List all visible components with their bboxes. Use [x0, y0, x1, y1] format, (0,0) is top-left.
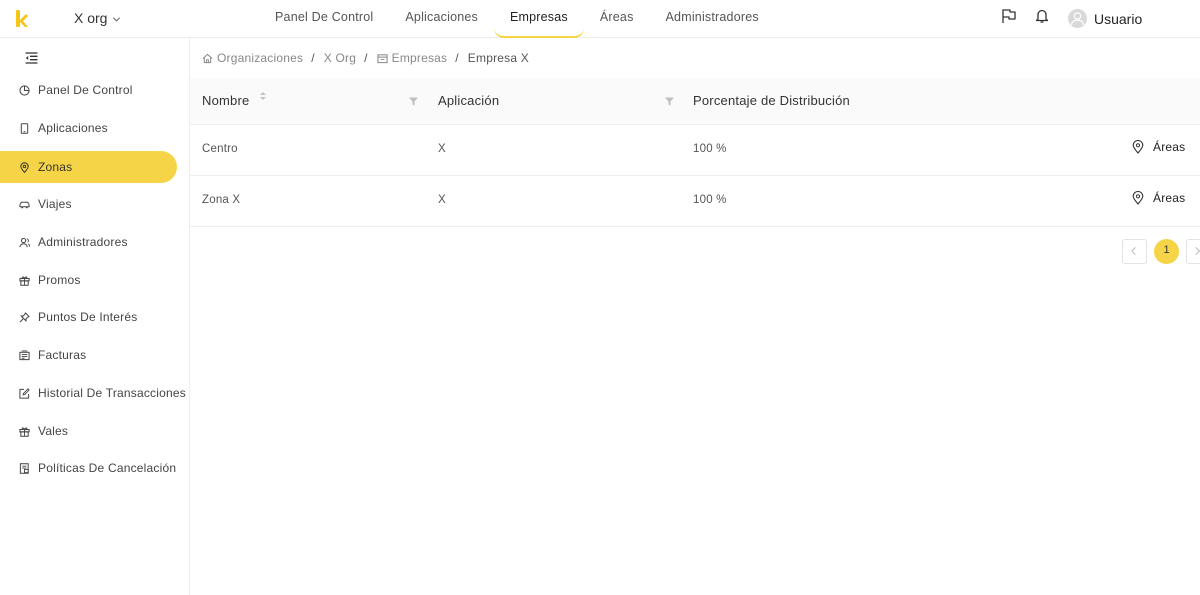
chevron-right-icon [1195, 247, 1200, 256]
areas-button-label: Áreas [1153, 140, 1186, 154]
nav-panel-de-control[interactable]: Panel De Control [259, 0, 389, 38]
column-header-aplicacion: Aplicación [438, 93, 500, 108]
breadcrumb-separator: / [455, 51, 459, 65]
building-icon [377, 53, 388, 63]
sidebar-item-aplicaciones[interactable]: Aplicaciones [0, 112, 177, 144]
sidebar-item-facturas[interactable]: Facturas [0, 339, 177, 371]
pagination-next-button[interactable] [1186, 239, 1200, 264]
sidebar-item-label: Vales [38, 424, 69, 438]
org-name: X org [74, 10, 108, 26]
sidebar-item-vales[interactable]: Vales [0, 415, 177, 447]
filter-icon[interactable] [665, 97, 674, 106]
areas-button[interactable]: Áreas [1132, 140, 1185, 154]
breadcrumb-empresas[interactable]: Empresas [392, 51, 448, 65]
sidebar-item-puntos-de-interes[interactable]: Puntos De Interés [0, 301, 177, 333]
table-row: Zona X X 100 % Áreas [190, 176, 1200, 227]
brand-logo[interactable] [15, 9, 29, 29]
chevron-down-icon [113, 16, 121, 22]
sidebar-item-zonas[interactable]: Zonas [0, 151, 177, 183]
breadcrumb-organizaciones[interactable]: Organizaciones [217, 51, 303, 65]
sidebar-item-historial-de-transacciones[interactable]: Historial De Transacciones [0, 377, 186, 409]
cell-aplicacion: X [438, 194, 446, 206]
breadcrumb-separator: / [364, 51, 368, 65]
cell-nombre: Centro [202, 143, 238, 155]
flag-icon[interactable] [1001, 8, 1017, 24]
sidebar-item-administradores[interactable]: Administradores [0, 226, 177, 258]
breadcrumb: Organizaciones / X Org / Empresas / Empr… [202, 50, 529, 66]
sidebar-item-label: Viajes [38, 197, 72, 211]
cell-aplicacion: X [438, 143, 446, 155]
column-header-porcentaje: Porcentaje de Distribución [693, 93, 850, 108]
car-icon [19, 201, 30, 208]
sidebar-item-label: Aplicaciones [38, 121, 108, 135]
sidebar-item-label: Administradores [38, 235, 128, 249]
cell-porcentaje: 100 % [693, 143, 727, 155]
location-pin-icon [20, 161, 29, 173]
sidebar-item-viajes[interactable]: Viajes [0, 188, 177, 220]
cell-porcentaje: 100 % [693, 194, 727, 206]
avatar[interactable] [1068, 9, 1087, 28]
nav-aplicaciones[interactable]: Aplicaciones [389, 0, 494, 38]
sidebar-item-label: Zonas [38, 160, 73, 174]
filter-icon[interactable] [409, 97, 418, 106]
home-icon [202, 53, 213, 63]
zones-table: Nombre Aplicación Porcentaje de Distribu… [190, 78, 1200, 227]
invoice-icon [19, 349, 30, 360]
areas-button[interactable]: Áreas [1132, 191, 1185, 205]
user-icon [1070, 12, 1085, 26]
gift-icon [19, 275, 30, 286]
users-icon [19, 237, 30, 247]
user-name[interactable]: Usuario [1094, 11, 1142, 27]
pagination-prev-button[interactable] [1122, 239, 1147, 264]
sidebar-item-label: Facturas [38, 348, 87, 362]
sidebar-item-label: Políticas De Cancelación [38, 461, 177, 475]
menu-fold-icon[interactable] [25, 52, 38, 64]
sidebar-item-label: Promos [38, 273, 81, 287]
nav-empresas[interactable]: Empresas [493, 0, 584, 38]
pin-icon [19, 311, 30, 322]
location-pin-icon [1132, 191, 1144, 205]
phone-icon [20, 122, 29, 134]
sidebar-item-label: Panel De Control [38, 83, 133, 97]
sidebar-item-label: Puntos De Interés [38, 310, 138, 324]
gift-icon [19, 426, 30, 437]
pagination-page-1[interactable]: 1 [1154, 239, 1179, 264]
sidebar-item-politicas-de-cancelacion[interactable]: Políticas De Cancelación [0, 452, 177, 484]
breadcrumb-current: Empresa X [467, 51, 529, 65]
chevron-left-icon [1131, 247, 1136, 256]
pie-chart-icon [19, 84, 30, 96]
policy-icon [19, 462, 29, 474]
bell-icon[interactable] [1035, 8, 1049, 24]
sidebar-item-promos[interactable]: Promos [0, 264, 177, 296]
sidebar: Panel De Control Aplicaciones Zonas Viaj… [0, 38, 190, 595]
top-navigation: Panel De Control Aplicaciones Empresas Á… [259, 0, 775, 38]
top-bar: X org Panel De Control Aplicaciones Empr… [0, 0, 1200, 38]
sort-icon[interactable] [259, 90, 267, 102]
table-row: Centro X 100 % Áreas [190, 125, 1200, 176]
edit-icon [19, 387, 30, 399]
sidebar-item-panel-de-control[interactable]: Panel De Control [0, 74, 177, 106]
nav-areas[interactable]: Áreas [584, 0, 650, 38]
column-header-nombre[interactable]: Nombre [202, 93, 249, 108]
nav-administradores[interactable]: Administradores [650, 0, 775, 38]
cell-nombre: Zona X [202, 194, 241, 206]
location-pin-icon [1132, 140, 1144, 154]
breadcrumb-separator: / [311, 51, 315, 65]
breadcrumb-x-org[interactable]: X Org [324, 51, 356, 65]
sidebar-item-label: Historial De Transacciones [38, 386, 186, 400]
table-header: Nombre Aplicación Porcentaje de Distribu… [190, 78, 1200, 125]
org-switcher[interactable]: X org [74, 10, 121, 26]
areas-button-label: Áreas [1153, 191, 1186, 205]
